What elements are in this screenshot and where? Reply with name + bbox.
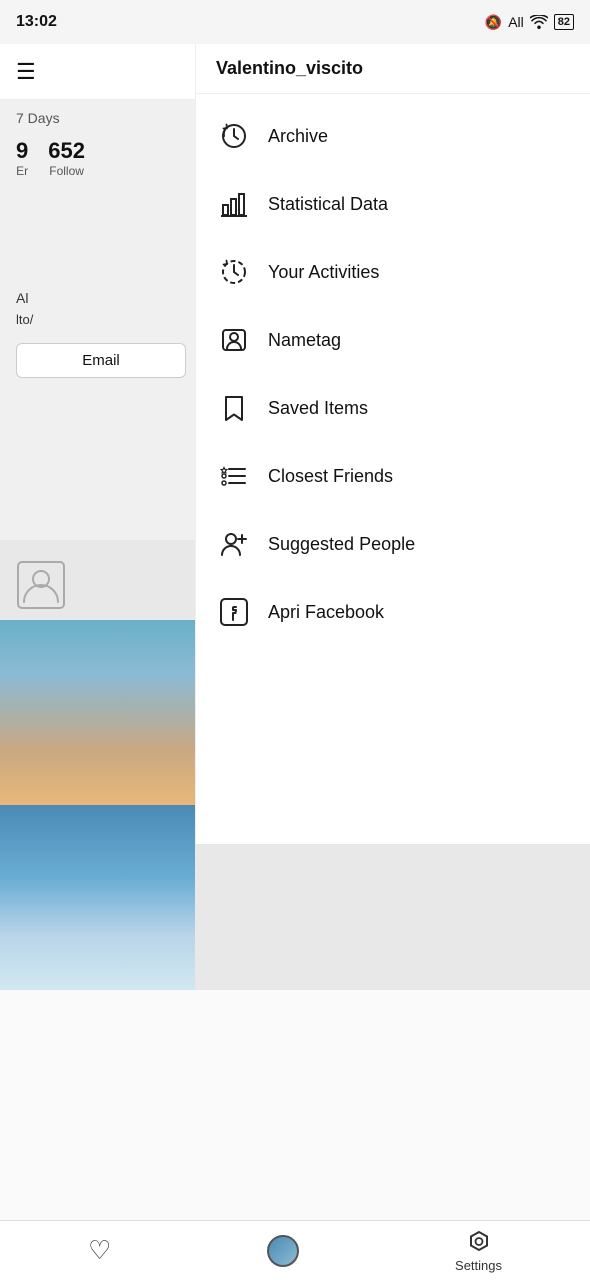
dropdown-item-nametag[interactable]: Nametag: [196, 306, 590, 374]
nav-settings[interactable]: Settings: [455, 1228, 502, 1273]
list-star-icon: [216, 458, 252, 494]
bar-chart-icon: [216, 186, 252, 222]
saved-items-label: Saved Items: [268, 398, 368, 419]
photo-sky-gradient: [0, 620, 195, 805]
hamburger-icon[interactable]: ☰: [16, 59, 36, 85]
dropdown-overlay: Valentino_viscito Archive: [195, 44, 590, 844]
nav-heart[interactable]: ♡: [88, 1235, 111, 1266]
stat-er: 9 Er: [16, 138, 28, 178]
email-button[interactable]: Email: [16, 343, 186, 378]
profile-avatar: [267, 1235, 299, 1267]
dropdown-header: Valentino_viscito: [196, 44, 590, 94]
dropdown-item-apri-facebook[interactable]: Apri Facebook: [196, 578, 590, 646]
dropdown-item-saved-items[interactable]: Saved Items: [196, 374, 590, 442]
mute-icon: 🔕: [485, 14, 502, 31]
status-right: 🔕 All 82: [485, 14, 574, 31]
dropdown-item-suggested-people[interactable]: Suggested People: [196, 510, 590, 578]
wifi-icon: [530, 15, 548, 29]
dropdown-item-statistical-data[interactable]: Statistical Data: [196, 170, 590, 238]
photo-sky-blue: [0, 805, 195, 990]
nametag-icon: [216, 322, 252, 358]
status-time: 13:02: [16, 13, 57, 31]
apri-facebook-label: Apri Facebook: [268, 602, 384, 623]
status-bar: 13:02 🔕 All 82: [0, 0, 590, 44]
dropdown-username: Valentino_viscito: [216, 58, 363, 78]
stat-follow: 652 Follow: [48, 138, 85, 178]
stat-follow-label: Follow: [48, 164, 85, 178]
nametag-label: Nametag: [268, 330, 341, 351]
suggested-people-label: Suggested People: [268, 534, 415, 555]
add-person-icon: [216, 526, 252, 562]
facebook-icon: [216, 594, 252, 630]
archive-label: Archive: [268, 126, 328, 147]
your-activities-label: Your Activities: [268, 262, 379, 283]
dropdown-item-your-activities[interactable]: Your Activities: [196, 238, 590, 306]
statistical-data-label: Statistical Data: [268, 194, 388, 215]
photo-cell-sky[interactable]: [0, 620, 195, 805]
dropdown-menu: Archive Statistical Data: [196, 94, 590, 654]
dropdown-item-archive[interactable]: Archive: [196, 102, 590, 170]
battery-icon: 82: [554, 14, 574, 30]
bottom-nav: ♡ Settings: [0, 1220, 590, 1280]
stat-follow-number: 652: [48, 138, 85, 164]
stat-er-label: Er: [16, 164, 28, 178]
stat-er-number: 9: [16, 138, 28, 164]
settings-label: Settings: [455, 1258, 502, 1273]
archive-icon: [216, 118, 252, 154]
nav-profile[interactable]: [267, 1235, 299, 1267]
dropdown-item-closest-friends[interactable]: Closest Friends: [196, 442, 590, 510]
settings-icon: [465, 1228, 493, 1256]
network-label: All: [508, 14, 524, 30]
photo-cell-blue-sky[interactable]: [0, 805, 195, 990]
bookmark-icon: [216, 390, 252, 426]
activity-icon: [216, 254, 252, 290]
closest-friends-label: Closest Friends: [268, 466, 393, 487]
heart-icon: ♡: [88, 1235, 111, 1266]
photo-placeholder-icon: [16, 560, 66, 610]
